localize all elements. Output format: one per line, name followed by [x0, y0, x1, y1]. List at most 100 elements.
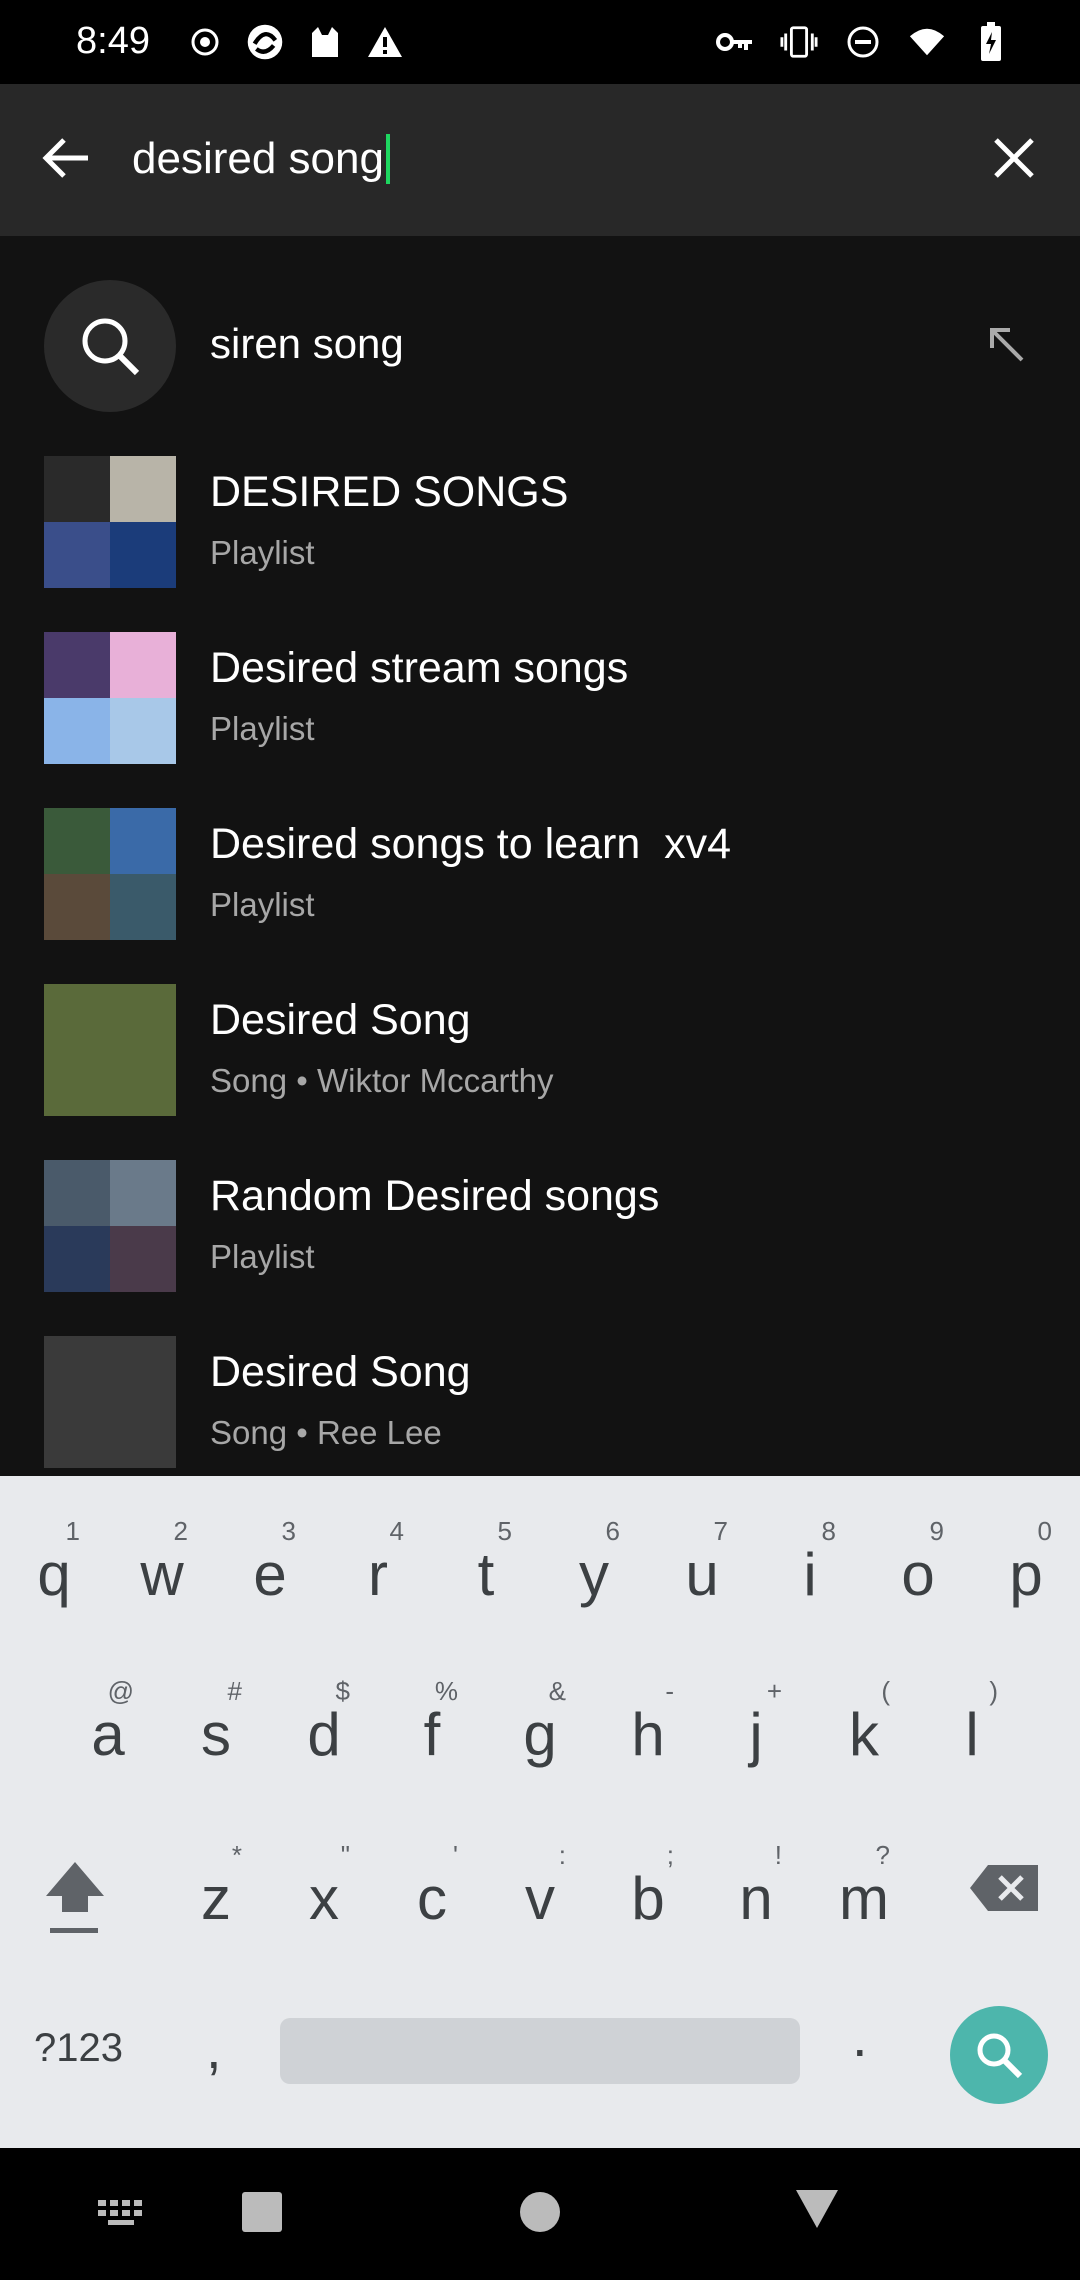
key-hint: 2	[173, 1516, 188, 1546]
symbols-key[interactable]: ?123	[34, 2026, 123, 2071]
key-icon	[716, 20, 754, 64]
key-letter: q	[37, 1541, 71, 1608]
key-j[interactable]: j +	[706, 1676, 806, 1769]
key-d[interactable]: d $	[274, 1676, 374, 1769]
search-icon	[44, 280, 176, 412]
backspace-icon[interactable]	[968, 1860, 1040, 1916]
result-subtitle: Playlist	[210, 1238, 315, 1275]
key-letter: m	[839, 1865, 889, 1932]
key-hint: (	[881, 1676, 890, 1706]
key-m[interactable]: m?	[814, 1840, 914, 1933]
key-letter: f	[423, 1701, 441, 1768]
key-x[interactable]: x "	[274, 1840, 374, 1933]
result-subtitle: Song • Ree Lee	[210, 1414, 442, 1451]
key-b[interactable]: b;	[598, 1840, 698, 1933]
soft-keyboard: q 1 w 2 e 3 r 4 t 5 y 6 u 7 i 8 o 9 p 0 a @ s # d $ f% g & h - j + k(l) z *…	[0, 1476, 1080, 2148]
key-hint: '	[453, 1840, 458, 1870]
record-icon	[186, 20, 224, 64]
result-title: Desired Song	[210, 1348, 471, 1396]
key-letter: l	[965, 1701, 979, 1768]
key-hint: 4	[389, 1516, 404, 1546]
key-letter: t	[477, 1541, 495, 1608]
battery-charging-icon	[972, 20, 1010, 64]
key-k[interactable]: k(	[814, 1676, 914, 1769]
key-e[interactable]: e3	[220, 1516, 320, 1609]
search-query: desired song	[132, 134, 384, 183]
result-title: Desired stream songs	[210, 644, 629, 692]
key-hint: -	[665, 1676, 674, 1706]
key-letter: j	[749, 1701, 763, 1768]
key-letter: y	[579, 1541, 609, 1608]
search-input[interactable]: desired song	[132, 134, 390, 184]
key-y[interactable]: y6	[544, 1516, 644, 1609]
key-letter: i	[803, 1541, 817, 1608]
search-action-key[interactable]	[950, 2006, 1048, 2104]
key-r[interactable]: r4	[328, 1516, 428, 1609]
result-subtitle: Playlist	[210, 534, 315, 571]
back-icon[interactable]	[794, 2186, 840, 2230]
key-z[interactable]: z *	[166, 1840, 266, 1933]
home-icon[interactable]	[518, 2190, 562, 2234]
key-hint: $	[335, 1676, 350, 1706]
search-results: siren song DESIRED SONGS Playlist Desired …	[0, 236, 1080, 1476]
key-v[interactable]: v:	[490, 1840, 590, 1933]
key-hint: )	[989, 1676, 998, 1706]
key-u[interactable]: u7	[652, 1516, 752, 1609]
key-h[interactable]: h-	[598, 1676, 698, 1769]
space-bar[interactable]	[280, 2018, 800, 2084]
key-letter: h	[631, 1701, 665, 1768]
key-letter: g	[523, 1701, 557, 1768]
search-suggestion[interactable]: siren song	[0, 280, 1080, 412]
key-g[interactable]: g &	[490, 1676, 590, 1769]
result-row[interactable]: Desired Song Song • Wiktor Mccarthy	[0, 984, 1080, 1116]
result-row[interactable]: Desired stream songs Playlist	[0, 632, 1080, 764]
result-artwork	[44, 1336, 176, 1468]
keyboard-switch-icon[interactable]	[96, 2198, 148, 2228]
result-row[interactable]: Desired songs to learn xv4 Playlist	[0, 808, 1080, 940]
period-key[interactable]: .	[852, 2004, 868, 2069]
key-q[interactable]: q1	[4, 1516, 104, 1609]
wifi-icon	[908, 20, 946, 64]
comma-key[interactable]: ,	[206, 2016, 222, 2081]
key-s[interactable]: s #	[166, 1676, 266, 1769]
key-hint: +	[766, 1676, 782, 1706]
key-p[interactable]: p0	[976, 1516, 1076, 1609]
key-hint: #	[227, 1676, 242, 1706]
key-t[interactable]: t5	[436, 1516, 536, 1609]
key-o[interactable]: o9	[868, 1516, 968, 1609]
result-subtitle: Playlist	[210, 710, 315, 747]
key-letter: s	[201, 1701, 231, 1768]
key-letter: w	[140, 1541, 184, 1608]
result-artwork	[44, 984, 176, 1116]
key-hint: 7	[713, 1516, 728, 1546]
arrow-up-left-icon[interactable]	[978, 316, 1034, 372]
result-subtitle: Playlist	[210, 886, 315, 923]
key-hint: &	[548, 1676, 566, 1706]
suggestion-text: siren song	[210, 320, 404, 367]
result-subtitle: Song • Wiktor Mccarthy	[210, 1062, 554, 1099]
key-i[interactable]: i8	[760, 1516, 860, 1609]
arrow-left-icon[interactable]	[34, 126, 98, 190]
search-bar: desired song	[0, 84, 1080, 236]
result-artwork	[44, 808, 176, 940]
key-l[interactable]: l)	[922, 1676, 1022, 1769]
recents-icon[interactable]	[240, 2190, 284, 2234]
key-letter: d	[307, 1701, 341, 1768]
result-artwork	[44, 632, 176, 764]
key-n[interactable]: n!	[706, 1840, 806, 1933]
key-hint: @	[107, 1676, 134, 1706]
result-row[interactable]: DESIRED SONGS Playlist	[0, 456, 1080, 588]
sync-icon	[246, 20, 284, 64]
result-row[interactable]: Desired Song Song • Ree Lee	[0, 1336, 1080, 1468]
key-hint: 0	[1037, 1516, 1052, 1546]
key-letter: n	[739, 1865, 773, 1932]
key-c[interactable]: c '	[382, 1840, 482, 1933]
shift-key[interactable]	[40, 1856, 110, 1936]
key-a[interactable]: a @	[58, 1676, 158, 1769]
dnd-icon	[844, 20, 882, 64]
vibrate-icon	[780, 20, 818, 64]
result-row[interactable]: Random Desired songs Playlist	[0, 1160, 1080, 1292]
close-icon[interactable]	[982, 126, 1046, 190]
key-f[interactable]: f%	[382, 1676, 482, 1769]
key-w[interactable]: w2	[112, 1516, 212, 1609]
